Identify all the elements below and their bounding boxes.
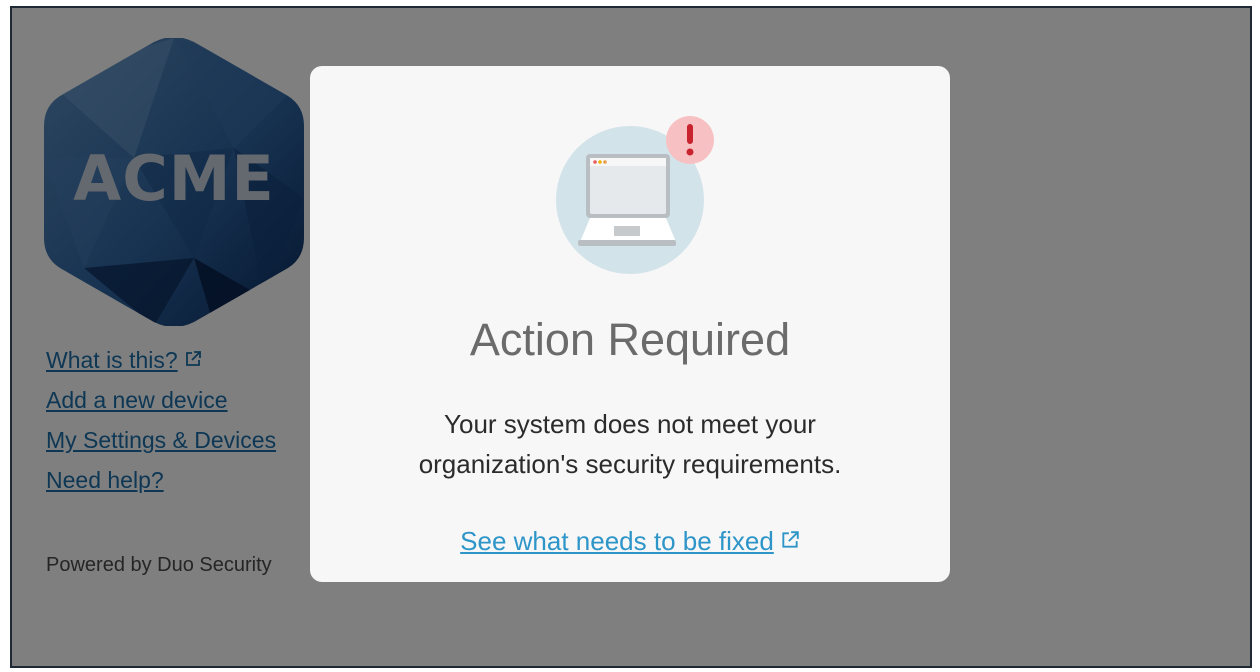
dialog-title: Action Required — [469, 314, 791, 365]
fix-link-label: See what needs to be fixed — [460, 526, 774, 556]
external-link-icon — [782, 531, 799, 548]
action-required-dialog: Action Required Your system does not mee… — [310, 66, 950, 582]
dialog-message: Your system does not meet your organizat… — [418, 409, 842, 479]
laptop-alert-illustration — [556, 116, 714, 274]
see-what-needs-fixed-link[interactable]: See what needs to be fixed — [310, 526, 950, 557]
browser-frame: ACME What is this? Add a new device My S… — [10, 6, 1252, 668]
